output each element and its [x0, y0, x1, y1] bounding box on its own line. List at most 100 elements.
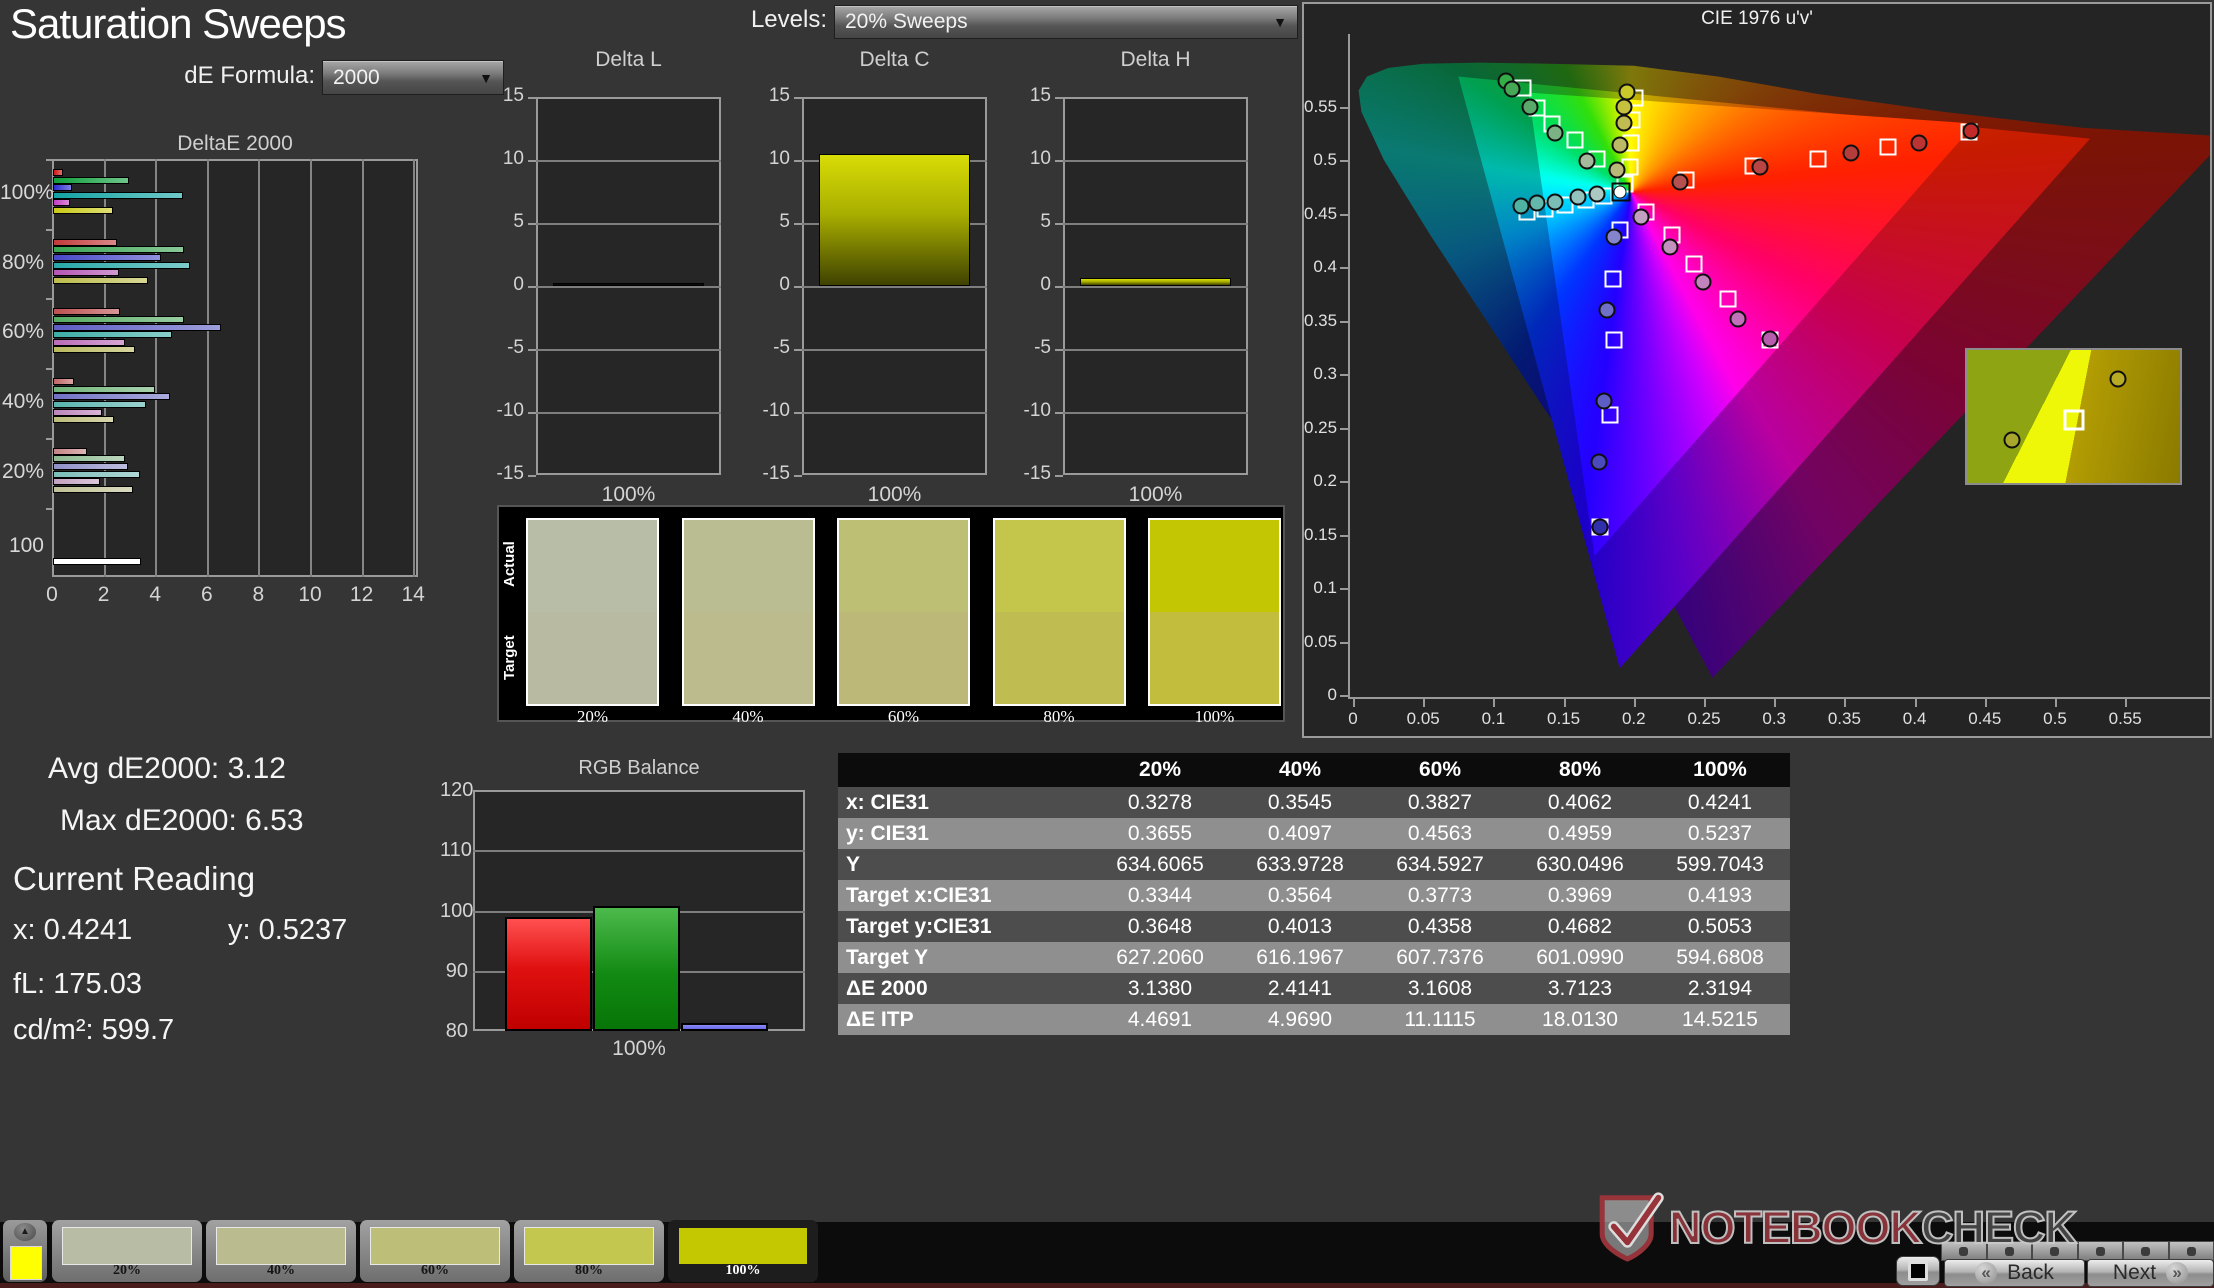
table-value-cell: 0.4959 — [1510, 818, 1650, 849]
nav-segment[interactable] — [2078, 1241, 2124, 1261]
y-tick-label: -10 — [756, 400, 790, 422]
tab-60%[interactable]: 60% — [360, 1220, 510, 1282]
rgb-bar-blue — [681, 1023, 768, 1031]
target-marker — [1809, 150, 1826, 167]
de-formula-dropdown[interactable]: 2000 ▼ — [322, 60, 504, 95]
scroll-up-tab[interactable]: ▲ — [3, 1220, 47, 1282]
y-tick — [1340, 321, 1348, 323]
category-label: 80% — [0, 251, 44, 275]
nav-segment[interactable] — [2169, 1241, 2214, 1261]
table-header-cell: 60% — [1370, 753, 1510, 787]
bottom-accent-line — [0, 1283, 2214, 1288]
tab-20%[interactable]: 20% — [52, 1220, 202, 1282]
x-axis-label: 100% — [1063, 483, 1248, 507]
table-value-cell: 14.5215 — [1650, 1004, 1790, 1035]
deltae-bar — [53, 192, 183, 199]
chart-title: Delta H — [1063, 48, 1248, 72]
de-formula-label: dE Formula: — [140, 62, 315, 90]
measurement-marker — [1962, 123, 1979, 140]
deltae-bar — [53, 269, 119, 276]
table-value-cell: 0.4193 — [1650, 880, 1790, 911]
y-tick — [1340, 428, 1348, 430]
table-value-cell: 0.3545 — [1230, 787, 1370, 818]
tab-swatch — [216, 1227, 346, 1265]
delta-l-chart: Delta L151050-5-10-15100% — [490, 45, 740, 505]
table-value-cell: 2.3194 — [1650, 973, 1790, 1004]
swatch-pair — [1148, 518, 1281, 706]
levels-value: 20% Sweeps — [845, 10, 968, 34]
y-tick-label: -15 — [1017, 463, 1051, 485]
target-swatch — [995, 612, 1124, 704]
back-button[interactable]: « Back — [1944, 1259, 2085, 1287]
y-tick-label: 0.3 — [1304, 364, 1337, 384]
max-de2000: Max dE2000: 6.53 — [60, 804, 304, 838]
window-icon — [1908, 1261, 1928, 1281]
deltae-bar — [53, 463, 128, 470]
gridline — [413, 159, 415, 577]
gridline — [802, 412, 987, 414]
y-tick-label: 100 — [440, 900, 468, 923]
table-value-cell: 0.4682 — [1510, 911, 1650, 942]
x-tick-label: 0 — [1328, 709, 1378, 729]
y-tick-label: 5 — [756, 211, 790, 233]
table-value-cell: 0.3564 — [1230, 880, 1370, 911]
tab-100%[interactable]: 100% — [668, 1220, 818, 1282]
x-axis-label: 100% — [802, 483, 987, 507]
axis-tick — [46, 368, 52, 370]
table-value-cell: 0.5053 — [1650, 911, 1790, 942]
measurement-marker — [1608, 161, 1625, 178]
chevron-down-icon: ▼ — [1273, 14, 1287, 30]
axis-tick — [1055, 97, 1063, 99]
x-axis-label: 100% — [536, 483, 721, 507]
x-tick-label: 12 — [342, 583, 382, 607]
axis-tick — [528, 97, 536, 99]
y-tick-label: -5 — [1017, 337, 1051, 359]
target-marker — [1604, 270, 1621, 287]
table-row: Y634.6065633.9728634.5927630.0496599.704… — [838, 849, 1790, 880]
y-tick — [1340, 214, 1348, 216]
measurement-marker — [1910, 134, 1927, 151]
x-tick-label: 0.3 — [1749, 709, 1799, 729]
gridline — [802, 286, 987, 288]
reading-fl: fL: 175.03 — [13, 968, 142, 1001]
deltae-bar — [53, 246, 184, 253]
tab-label: 40% — [206, 1263, 356, 1279]
deltae-bar — [53, 416, 114, 423]
deltae-bar — [53, 378, 74, 385]
tab-40%[interactable]: 40% — [206, 1220, 356, 1282]
measurement-marker — [1632, 208, 1649, 225]
axis-tick — [528, 160, 536, 162]
deltae-bar — [53, 177, 129, 184]
measurement-marker — [1503, 81, 1520, 98]
target-marker — [1606, 331, 1623, 348]
gridline — [802, 349, 987, 351]
measurement-marker — [1761, 330, 1778, 347]
tab-80%[interactable]: 80% — [514, 1220, 664, 1282]
gridline — [155, 159, 157, 577]
x-tick — [1423, 699, 1425, 707]
y-tick-label: 0.15 — [1304, 525, 1337, 545]
x-tick — [1704, 699, 1706, 707]
deltae-bar — [53, 316, 184, 323]
levels-dropdown[interactable]: 20% Sweeps ▼ — [834, 5, 1298, 39]
table-header-cell — [838, 753, 1090, 787]
table-value-cell: 630.0496 — [1510, 849, 1650, 880]
window-button[interactable] — [1896, 1256, 1940, 1286]
tab-swatch — [62, 1227, 192, 1265]
notebookcheck-shield-icon — [1593, 1192, 1669, 1264]
x-tick — [1634, 699, 1636, 707]
segment-icon — [2141, 1247, 2150, 1256]
y-tick — [1340, 642, 1348, 644]
delta-bar — [819, 154, 970, 286]
gridline — [536, 349, 721, 351]
measurement-marker — [1752, 159, 1769, 176]
next-button[interactable]: Next » — [2087, 1259, 2214, 1287]
deltae-bar — [53, 455, 125, 462]
measurement-marker — [1592, 519, 1609, 536]
chart-title: Delta C — [802, 48, 987, 72]
table-value-cell: 4.4691 — [1090, 1004, 1230, 1035]
axis-tick — [794, 160, 802, 162]
table-value-cell: 634.6065 — [1090, 849, 1230, 880]
nav-segment[interactable] — [2123, 1241, 2169, 1261]
deltae-bar — [53, 254, 161, 261]
